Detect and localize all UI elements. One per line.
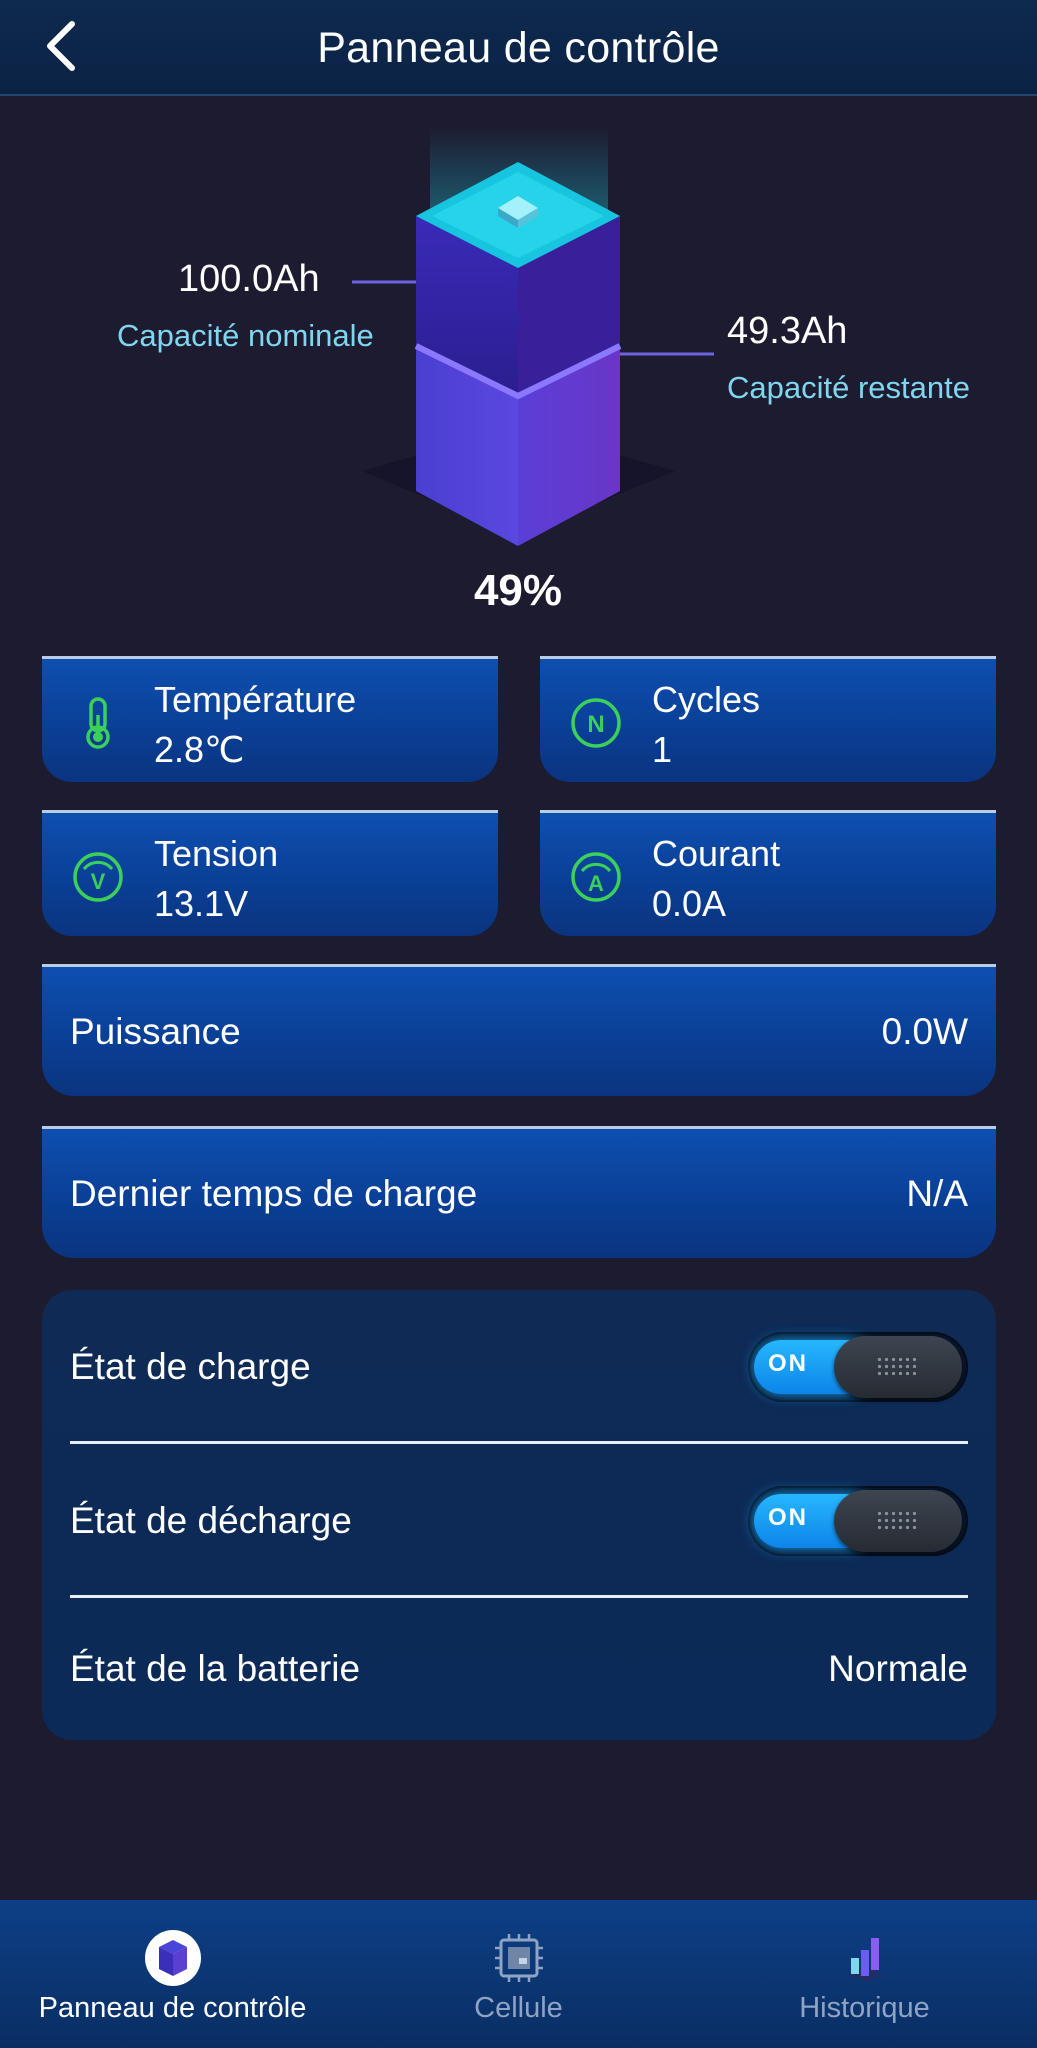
toggle-on-text: ON xyxy=(768,1350,808,1377)
status-panel: État de charge ON État de décharge ON Ét… xyxy=(42,1290,996,1740)
battery-state-row: État de la batterie Normale xyxy=(70,1598,968,1740)
battery-visual: 100.0Ah Capacité nominale 49.3Ah Capacit… xyxy=(0,96,1037,636)
bar-chart-icon xyxy=(846,1938,883,1982)
temperature-value: 2.8℃ xyxy=(154,729,245,770)
current-value: 0.0A xyxy=(652,883,727,924)
charge-state-row: État de charge ON xyxy=(70,1290,968,1444)
svg-text:A: A xyxy=(588,871,604,896)
nav-label-history: Historique xyxy=(799,1992,930,2024)
grip-icon xyxy=(876,1356,920,1378)
svg-text:V: V xyxy=(91,869,106,894)
nav-item-history[interactable]: Historique xyxy=(692,1900,1037,2048)
last-charge-time-label: Dernier temps de charge xyxy=(70,1173,478,1214)
voltage-card: V Tension 13.1V xyxy=(42,810,498,936)
battery-cube-graphic xyxy=(352,126,714,546)
power-value: 0.0W xyxy=(881,1011,968,1052)
top-app-bar: Panneau de contrôle xyxy=(0,0,1037,96)
bottom-navigation: Panneau de contrôle Cellule Historique xyxy=(0,1900,1037,2048)
battery-cube-icon xyxy=(144,1930,201,1986)
nav-item-control-panel[interactable]: Panneau de contrôle xyxy=(0,1900,345,2048)
page-title: Panneau de contrôle xyxy=(317,23,720,72)
charge-state-label: État de charge xyxy=(70,1346,311,1387)
nominal-capacity-label: Capacité nominale xyxy=(117,318,374,353)
battery-state-value: Normale xyxy=(828,1648,968,1689)
nav-label-cell: Cellule xyxy=(474,1992,563,2024)
last-charge-time-value: N/A xyxy=(906,1173,968,1214)
current-card: A Courant 0.0A xyxy=(540,810,996,936)
toggle-knob[interactable] xyxy=(834,1490,962,1552)
toggle-on-text: ON xyxy=(768,1504,808,1531)
cycles-card: N Cycles 1 xyxy=(540,656,996,782)
power-label: Puissance xyxy=(70,1011,241,1052)
battery-state-label: État de la batterie xyxy=(70,1648,361,1689)
temperature-label: Température xyxy=(154,679,357,720)
remaining-capacity-label: Capacité restante xyxy=(727,370,970,405)
remaining-capacity-value: 49.3Ah xyxy=(727,310,848,352)
current-label: Courant xyxy=(652,833,781,874)
cycles-label: Cycles xyxy=(652,679,761,720)
chip-icon xyxy=(494,1934,543,1982)
charge-toggle[interactable]: ON xyxy=(748,1332,968,1402)
nav-label-control-panel: Panneau de contrôle xyxy=(38,1992,307,2024)
voltage-v-icon: V xyxy=(73,852,123,902)
cycles-n-icon: N xyxy=(571,698,621,748)
svg-text:N: N xyxy=(587,711,604,738)
last-charge-time-row: Dernier temps de charge N/A xyxy=(42,1126,996,1258)
discharge-state-row: État de décharge ON xyxy=(70,1444,968,1598)
voltage-value: 13.1V xyxy=(154,883,249,924)
voltage-label: Tension xyxy=(154,833,279,874)
state-of-charge-percent: 49% xyxy=(473,566,563,615)
temperature-card: Température 2.8℃ xyxy=(42,656,498,782)
discharge-toggle[interactable]: ON xyxy=(748,1486,968,1556)
thermometer-icon xyxy=(86,697,110,749)
discharge-state-label: État de décharge xyxy=(70,1500,352,1541)
power-row: Puissance 0.0W xyxy=(42,964,996,1096)
cycles-value: 1 xyxy=(652,729,673,770)
grip-icon xyxy=(876,1510,920,1532)
toggle-knob[interactable] xyxy=(834,1336,962,1398)
current-a-icon: A xyxy=(571,852,621,902)
nav-item-cell[interactable]: Cellule xyxy=(346,1900,691,2048)
nominal-capacity-value: 100.0Ah xyxy=(178,258,320,300)
